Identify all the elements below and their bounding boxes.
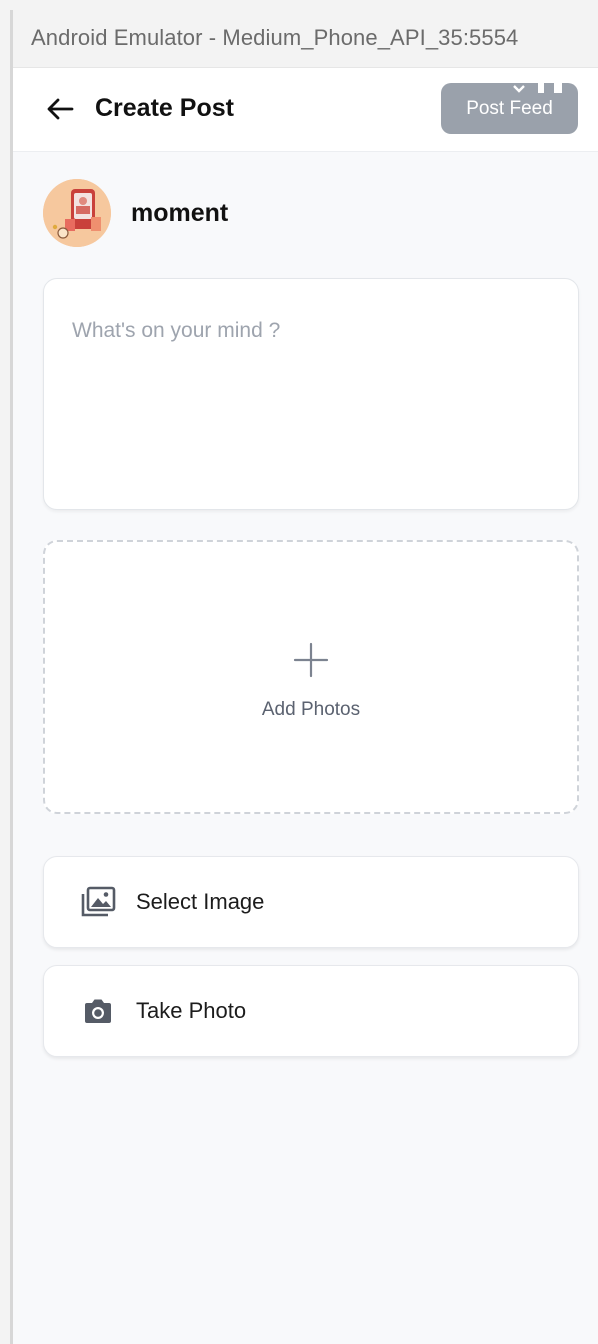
post-text-card — [43, 278, 579, 510]
select-image-button[interactable]: Select Image — [43, 856, 579, 948]
back-button[interactable] — [43, 92, 77, 126]
select-image-label: Select Image — [136, 889, 265, 914]
camera-icon — [78, 991, 118, 1031]
plus-icon — [293, 642, 329, 678]
add-photos-area[interactable]: Add Photos — [43, 540, 579, 814]
gallery-icon — [78, 882, 118, 922]
take-photo-button[interactable]: Take Photo — [43, 965, 579, 1057]
post-feed-button[interactable]: Post Feed — [441, 81, 578, 134]
take-photo-label: Take Photo — [136, 998, 247, 1023]
title-bar: Android Emulator - Medium_Phone_API_35:5… — [13, 10, 598, 68]
username: moment — [131, 198, 229, 227]
post-feed-label: Post Feed — [466, 97, 553, 119]
window-title: Android Emulator - Medium_Phone_API_35:5… — [31, 25, 519, 50]
avatar-illustration-icon — [43, 179, 111, 247]
app-bar: Create Post Post Feed — [13, 68, 598, 152]
user-row: moment — [43, 178, 228, 248]
add-photos-label: Add Photos — [261, 699, 361, 720]
arrow-left-icon — [47, 98, 74, 120]
emulator-window: Android Emulator - Medium_Phone_API_35:5… — [10, 10, 598, 1344]
status-overlay-icon — [513, 81, 562, 93]
page-title: Create Post — [95, 94, 234, 122]
post-text-input[interactable] — [44, 279, 578, 509]
avatar — [43, 179, 111, 247]
